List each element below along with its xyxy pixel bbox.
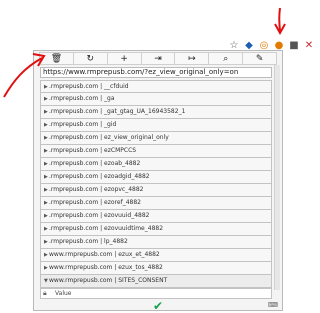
- confirm-area: ✔: [34, 299, 282, 313]
- cookie-name: www.rmprepusb.com | SITES_CONSENT: [49, 277, 168, 284]
- cookie-name: .rmprepusb.com | lp_4882: [49, 238, 128, 245]
- settings-button[interactable]: ✎: [243, 52, 278, 65]
- cookie-name: .rmprepusb.com | ezCMPCCS: [49, 147, 137, 154]
- cookie-row[interactable]: ▶.rmprepusb.com | ezoab_4882: [40, 158, 272, 171]
- export-button[interactable]: ↦: [175, 52, 210, 65]
- delete-button[interactable]: 🗑: [39, 52, 74, 65]
- search-button[interactable]: ⌕: [209, 52, 244, 65]
- cookie-name: .rmprepusb.com | ezovuuidtime_4882: [49, 225, 164, 232]
- cookie-row[interactable]: ▶.rmprepusb.com | ezovuuidtime_4882: [40, 223, 272, 236]
- cookie-name: .rmprepusb.com | _ga: [49, 95, 115, 102]
- delete-icon: 🗑: [50, 53, 63, 64]
- lock-icon: 🔒︎: [43, 289, 47, 297]
- cookie-name: .rmprepusb.com | ezopvc_4882: [49, 186, 144, 193]
- cookie-row[interactable]: ▶.rmprepusb.com | _gid: [40, 119, 272, 132]
- pdf-icon[interactable]: ✕: [303, 39, 315, 51]
- refresh-button[interactable]: ↻: [73, 52, 108, 65]
- cookie-row[interactable]: ▶.rmprepusb.com | ezovuuid_4882: [40, 210, 272, 223]
- cookie-name: .rmprepusb.com | _gat_gtag_UA_16943582_1: [49, 108, 186, 115]
- cookie-row[interactable]: ▶.rmprepusb.com | _gat_gtag_UA_16943582_…: [40, 106, 272, 119]
- cookie-row[interactable]: ▶.rmprepusb.com | ezCMPCCS: [40, 145, 272, 158]
- popup-scrollbar[interactable]: [274, 65, 280, 290]
- cookie-row[interactable]: ▶.rmprepusb.com | __cfduid: [40, 80, 272, 93]
- popup-toolbar: 🗑 ↻ + ⇥ ↦ ⌕ ✎: [39, 52, 278, 65]
- search-icon: ⌕: [223, 53, 229, 64]
- security-icon[interactable]: ■: [288, 39, 300, 51]
- export-icon: ↦: [188, 53, 196, 64]
- value-field[interactable]: 🔒︎ Value: [40, 288, 272, 299]
- url-field[interactable]: https://www.rmprepusb.com/?ez_view_origi…: [40, 67, 272, 78]
- cookie-row[interactable]: ▶.rmprepusb.com | lp_4882: [40, 236, 272, 249]
- cookie-name: .rmprepusb.com | ezoref_4882: [49, 199, 141, 206]
- cookie-editor-popup: 🗑 ↻ + ⇥ ↦ ⌕ ✎ https://www.rmprepusb.com/…: [33, 50, 283, 313]
- import-icon: ⇥: [154, 53, 162, 64]
- cookie-row[interactable]: ▶.rmprepusb.com | ez_view_original_only: [40, 132, 272, 145]
- cookie-name: www.rmprepusb.com | ezux_tos_4882: [49, 264, 163, 271]
- cookie-name: .rmprepusb.com | ezoadgid_4882: [49, 173, 150, 180]
- add-button[interactable]: +: [107, 52, 142, 65]
- cookie-name: .rmprepusb.com | ez_view_original_only: [49, 134, 169, 141]
- cookie-row[interactable]: ▶www.rmprepusb.com | ezux_tos_4882: [40, 262, 272, 275]
- cookie-row[interactable]: ▶www.rmprepusb.com | ezux_et_4882: [40, 249, 272, 262]
- cookie-name: .rmprepusb.com | _gid: [49, 121, 117, 128]
- cookie-row-expanded[interactable]: ▼www.rmprepusb.com | SITES_CONSENT: [40, 275, 272, 288]
- cookie-row[interactable]: ▶.rmprepusb.com | _ga: [40, 93, 272, 106]
- cookie-row[interactable]: ▶.rmprepusb.com | ezoadgid_4882: [40, 171, 272, 184]
- add-icon: +: [120, 53, 128, 64]
- value-label: Value: [55, 290, 72, 297]
- cookie-name: .rmprepusb.com | ezoab_4882: [49, 160, 141, 167]
- refresh-icon: ↻: [86, 53, 95, 64]
- settings-icon: ✎: [255, 53, 264, 64]
- cookie-list: ▶.rmprepusb.com | __cfduid ▶.rmprepusb.c…: [40, 80, 272, 288]
- browser-toolbar: ☆ ◆ ◎ ● ■ ✕: [0, 0, 320, 51]
- cookie-name: .rmprepusb.com | ezovuuid_4882: [49, 212, 150, 219]
- keyboard-icon[interactable]: ⌨: [268, 301, 278, 309]
- cookie-row[interactable]: ▶.rmprepusb.com | ezoref_4882: [40, 197, 272, 210]
- import-button[interactable]: ⇥: [141, 52, 176, 65]
- cookie-row[interactable]: ▶.rmprepusb.com | ezopvc_4882: [40, 184, 272, 197]
- cookie-name: www.rmprepusb.com | ezux_et_4882: [49, 251, 160, 258]
- cookie-name: .rmprepusb.com | __cfduid: [49, 83, 129, 90]
